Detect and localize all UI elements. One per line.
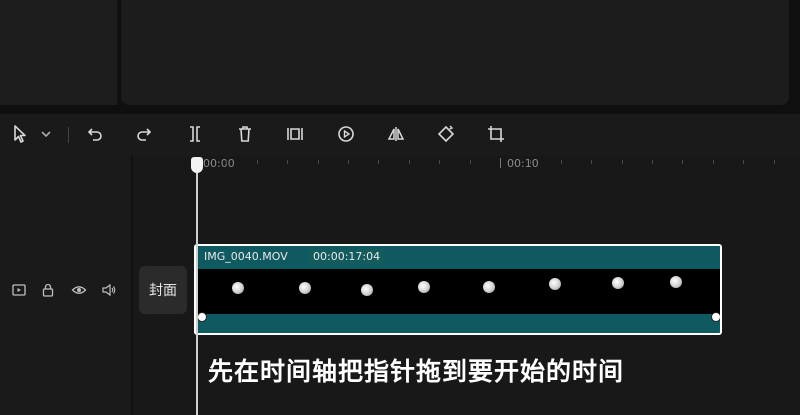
clip-thumbnail-frame (232, 282, 244, 294)
ruler-tick (743, 160, 745, 164)
edit-toolbar (0, 114, 800, 156)
mirror-icon[interactable] (384, 122, 408, 146)
ruler-tick (712, 160, 714, 164)
video-clip[interactable]: IMG_0040.MOV 00:00:17:04 (194, 244, 722, 335)
ruler-tick (408, 160, 410, 164)
playhead-line[interactable] (196, 168, 198, 415)
ruler-tick (621, 160, 623, 164)
ruler-tick (530, 160, 532, 164)
clip-trim-handle-left[interactable] (197, 312, 207, 322)
ruler-label-10s: 00:10 (507, 157, 539, 170)
cover-button[interactable]: 封面 (139, 266, 187, 314)
crop-icon[interactable] (484, 122, 508, 146)
rotate-icon[interactable] (434, 122, 458, 146)
reverse-play-icon[interactable] (334, 122, 358, 146)
preview-player-panel (121, 0, 789, 105)
clip-audio-bar (196, 314, 720, 333)
ruler-tick (287, 160, 289, 164)
ruler-label-start: 00:00 (203, 157, 235, 170)
ruler-tick (682, 160, 684, 164)
ruler-tick (256, 160, 258, 164)
clip-thumbnail-frame (299, 282, 311, 294)
ruler-tick (591, 160, 593, 164)
ruler-tick (652, 160, 653, 164)
split-icon[interactable] (183, 122, 207, 146)
video-track-icon[interactable] (8, 279, 30, 301)
preview-left-panel (0, 0, 119, 105)
ruler-tick (560, 160, 562, 164)
ruler-tick (469, 160, 471, 164)
playhead-handle[interactable] (191, 157, 203, 173)
clip-thumbnail-frame (549, 278, 561, 290)
instruction-subtitle: 先在时间轴把指针拖到要开始的时间 (208, 357, 625, 386)
clip-thumbnail-frame (361, 284, 373, 296)
clip-thumbnail-frame (670, 276, 682, 288)
ruler-tick (500, 158, 501, 168)
clip-duration: 00:00:17:04 (308, 249, 386, 264)
redo-icon[interactable] (132, 122, 156, 146)
ruler-tick (773, 160, 775, 164)
freeze-frame-icon[interactable] (283, 122, 307, 146)
delete-icon[interactable] (233, 122, 257, 146)
clip-name: IMG_0040.MOV (204, 250, 288, 263)
ruler-tick (378, 160, 380, 164)
clip-header-bar: IMG_0040.MOV 00:00:17:04 (196, 246, 720, 269)
eye-icon[interactable] (68, 279, 90, 301)
undo-icon[interactable] (83, 122, 107, 146)
select-pointer-icon[interactable] (8, 122, 32, 146)
chevron-down-icon[interactable] (34, 122, 58, 146)
clip-thumbnail-frame (418, 281, 430, 293)
clip-thumbnail-frame (483, 281, 495, 293)
ruler-tick (226, 160, 228, 164)
lock-icon[interactable] (37, 279, 59, 301)
ruler-tick (348, 160, 349, 164)
clip-thumbnail-frame (612, 277, 624, 289)
clip-trim-handle-right[interactable] (711, 312, 720, 322)
timeline-ruler[interactable]: 00:00 00:10 (135, 156, 800, 174)
ruler-tick (317, 160, 319, 164)
ruler-tick (439, 160, 441, 164)
speaker-icon[interactable] (98, 279, 120, 301)
toolbar-divider (68, 127, 69, 143)
